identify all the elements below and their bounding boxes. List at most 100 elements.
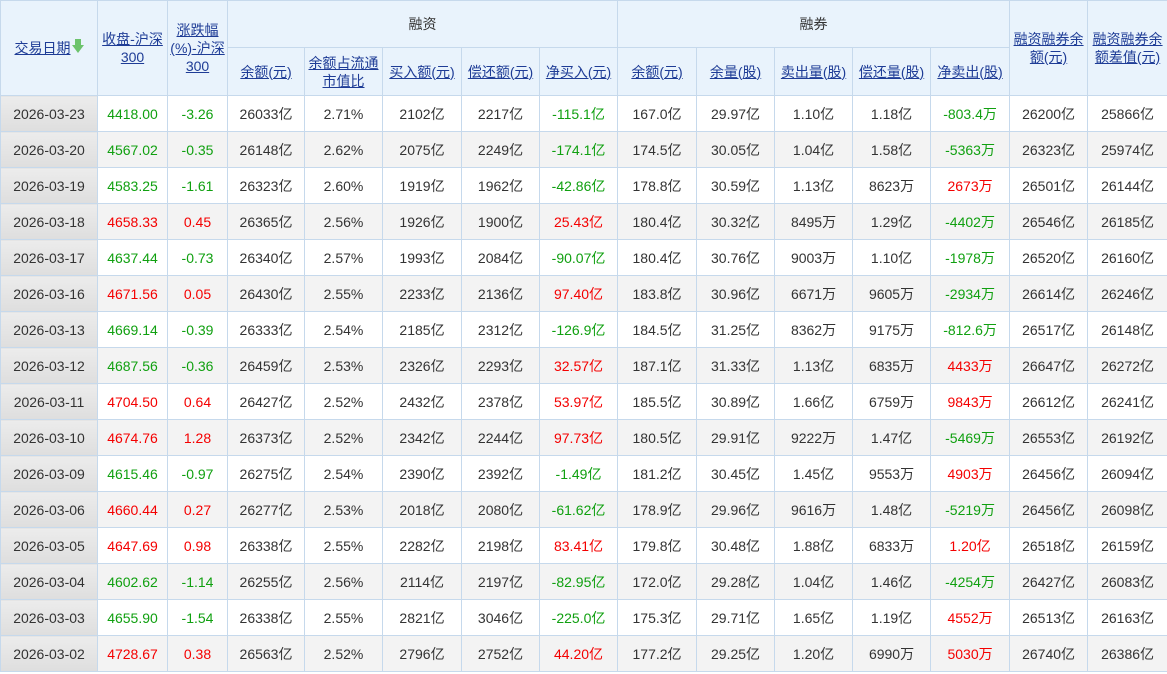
cell-short-net: -803.4万	[930, 95, 1011, 132]
sort-diff-link[interactable]: 融资融券余额差值(元)	[1093, 31, 1163, 65]
cell-short-net: 1.20亿	[930, 527, 1011, 564]
sort-link[interactable]: 净买入(元)	[546, 64, 611, 80]
header-short-sell[interactable]: 卖出量(股)	[774, 47, 854, 96]
sort-link[interactable]: 余量(股)	[710, 64, 761, 80]
cell-margin-balance: 26563亿	[227, 635, 305, 672]
table-row: 2026-03-19 4583.25 -1.61 26323亿 2.60% 1919亿 19…	[0, 167, 1167, 204]
cell-margin-repay: 2197亿	[461, 563, 540, 600]
table-row: 2026-03-23 4418.00 -3.26 26033亿 2.71% 2102亿 22…	[0, 95, 1167, 132]
cell-close: 4602.62	[97, 563, 168, 600]
sort-change-link[interactable]: 涨跌幅(%)-沪深300	[170, 22, 224, 74]
cell-margin-buy: 1919亿	[382, 167, 462, 204]
cell-margin-net: 25.43亿	[538, 203, 619, 240]
sort-link[interactable]: 余额占流通市值比	[309, 55, 379, 89]
cell-margin-repay: 2312亿	[461, 311, 540, 348]
sort-link[interactable]: 偿还量(股)	[859, 64, 924, 80]
cell-short-volume: 30.59亿	[696, 167, 776, 204]
header-date[interactable]: 交易日期	[0, 0, 98, 96]
cell-diff: 26246亿	[1087, 275, 1167, 312]
cell-short-sell: 6671万	[774, 275, 854, 312]
cell-short-volume: 29.28亿	[696, 563, 776, 600]
cell-date: 2026-03-12	[0, 347, 98, 384]
cell-margin-ratio: 2.60%	[304, 167, 383, 204]
cell-diff: 26094亿	[1087, 455, 1167, 492]
cell-margin-net: -61.62亿	[538, 491, 619, 528]
header-diff[interactable]: 融资融券余额差值(元)	[1087, 0, 1167, 96]
cell-margin-balance: 26338亿	[227, 527, 305, 564]
cell-margin-buy: 2342亿	[382, 419, 462, 456]
cell-change: -1.14	[167, 563, 228, 600]
sort-link[interactable]: 买入额(元)	[389, 64, 454, 80]
cell-total: 26200亿	[1009, 95, 1089, 132]
header-short-balance[interactable]: 余额(元)	[617, 47, 698, 96]
cell-date: 2026-03-06	[0, 491, 98, 528]
cell-margin-balance: 26275亿	[227, 455, 305, 492]
cell-short-net: -5363万	[930, 131, 1011, 168]
cell-short-net: 9843万	[930, 383, 1011, 420]
cell-short-sell: 1.13亿	[774, 167, 854, 204]
cell-margin-ratio: 2.62%	[304, 131, 383, 168]
cell-margin-net: 83.41亿	[538, 527, 619, 564]
sort-link[interactable]: 净卖出(股)	[937, 64, 1002, 80]
cell-margin-net: -126.9亿	[538, 311, 619, 348]
header-change[interactable]: 涨跌幅(%)-沪深300	[167, 0, 228, 96]
cell-short-net: -1978万	[930, 239, 1011, 276]
header-total[interactable]: 融资融券余额(元)	[1009, 0, 1089, 96]
table-body: 2026-03-23 4418.00 -3.26 26033亿 2.71% 2102亿 22…	[0, 95, 1167, 672]
cell-short-volume: 29.91亿	[696, 419, 776, 456]
cell-diff: 26159亿	[1087, 527, 1167, 564]
header-margin-net[interactable]: 净买入(元)	[538, 47, 619, 96]
cell-diff: 26160亿	[1087, 239, 1167, 276]
cell-margin-buy: 2185亿	[382, 311, 462, 348]
sort-date-link[interactable]: 交易日期	[15, 40, 71, 56]
table-row: 2026-03-10 4674.76 1.28 26373亿 2.52% 2342亿 224…	[0, 419, 1167, 456]
cell-date: 2026-03-13	[0, 311, 98, 348]
cell-close: 4655.90	[97, 599, 168, 636]
cell-margin-repay: 2392亿	[461, 455, 540, 492]
cell-close: 4658.33	[97, 203, 168, 240]
cell-margin-balance: 26373亿	[227, 419, 305, 456]
sort-close-link[interactable]: 收盘-沪深300	[102, 31, 163, 65]
cell-margin-balance: 26333亿	[227, 311, 305, 348]
table-row: 2026-03-05 4647.69 0.98 26338亿 2.55% 2282亿 219…	[0, 527, 1167, 564]
table-row: 2026-03-16 4671.56 0.05 26430亿 2.55% 2233亿 213…	[0, 275, 1167, 312]
cell-margin-balance: 26323亿	[227, 167, 305, 204]
sort-total-link[interactable]: 融资融券余额(元)	[1014, 31, 1084, 65]
cell-diff: 26192亿	[1087, 419, 1167, 456]
cell-total: 26456亿	[1009, 455, 1089, 492]
table-row: 2026-03-02 4728.67 0.38 26563亿 2.52% 2796亿 275…	[0, 635, 1167, 672]
cell-short-balance: 183.8亿	[617, 275, 698, 312]
cell-margin-net: -90.07亿	[538, 239, 619, 276]
header-margin-balance[interactable]: 余额(元)	[227, 47, 305, 96]
cell-change: 0.38	[167, 635, 228, 672]
cell-margin-ratio: 2.56%	[304, 563, 383, 600]
cell-total: 26520亿	[1009, 239, 1089, 276]
cell-margin-buy: 2114亿	[382, 563, 462, 600]
cell-short-sell: 1.45亿	[774, 455, 854, 492]
sort-link[interactable]: 卖出量(股)	[781, 64, 846, 80]
header-short-net[interactable]: 净卖出(股)	[930, 47, 1011, 96]
cell-short-volume: 31.33亿	[696, 347, 776, 384]
sort-link[interactable]: 余额(元)	[240, 64, 291, 80]
cell-short-volume: 30.48亿	[696, 527, 776, 564]
arrow-down-icon[interactable]	[71, 39, 84, 54]
cell-margin-balance: 26427亿	[227, 383, 305, 420]
sort-link[interactable]: 偿还额(元)	[468, 64, 533, 80]
cell-short-sell: 1.66亿	[774, 383, 854, 420]
cell-change: 0.05	[167, 275, 228, 312]
header-margin-buy[interactable]: 买入额(元)	[382, 47, 462, 96]
cell-close: 4687.56	[97, 347, 168, 384]
header-short-repay[interactable]: 偿还量(股)	[852, 47, 932, 96]
cell-close: 4647.69	[97, 527, 168, 564]
cell-total: 26501亿	[1009, 167, 1089, 204]
cell-short-sell: 9616万	[774, 491, 854, 528]
header-short-volume[interactable]: 余量(股)	[696, 47, 776, 96]
cell-short-volume: 29.25亿	[696, 635, 776, 672]
header-margin-repay[interactable]: 偿还额(元)	[461, 47, 540, 96]
cell-date: 2026-03-19	[0, 167, 98, 204]
cell-date: 2026-03-11	[0, 383, 98, 420]
header-margin-ratio[interactable]: 余额占流通市值比	[304, 47, 383, 96]
sort-link[interactable]: 余额(元)	[631, 64, 682, 80]
cell-diff: 26083亿	[1087, 563, 1167, 600]
header-close[interactable]: 收盘-沪深300	[97, 0, 168, 96]
